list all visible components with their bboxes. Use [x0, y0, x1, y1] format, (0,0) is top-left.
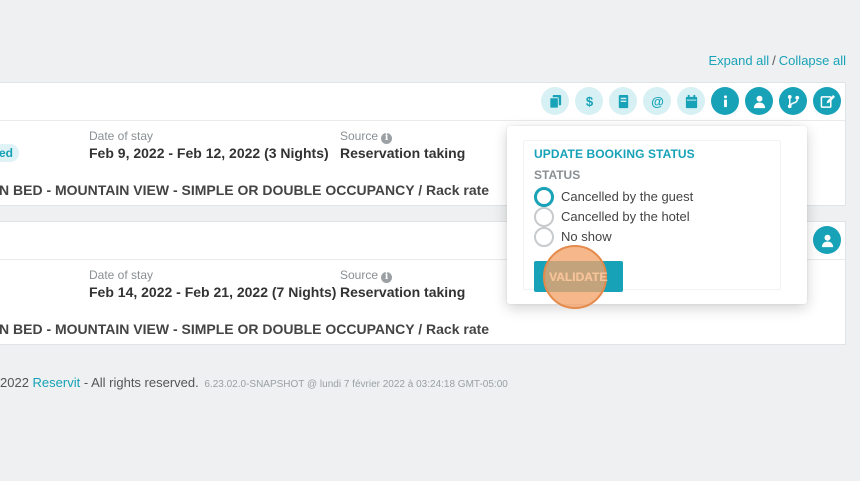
edit-icon[interactable]	[813, 87, 841, 115]
footer-rights: - All rights reserved.	[83, 375, 199, 390]
at-icon[interactable]: @	[643, 87, 671, 115]
book-icon[interactable]	[609, 87, 637, 115]
source-label: Source i	[340, 129, 393, 144]
room-description: N BED - MOUNTAIN VIEW - SIMPLE OR DOUBLE…	[0, 182, 490, 198]
source-value: Reservation taking	[340, 284, 466, 300]
option-label[interactable]: Cancelled by the guest	[561, 189, 693, 204]
card-header: $ @	[0, 83, 845, 121]
calendar-icon[interactable]	[677, 87, 705, 115]
svg-text:$: $	[585, 94, 593, 109]
radio-cancelled-by-guest[interactable]	[534, 187, 554, 207]
date-of-stay-label: Date of stay	[89, 268, 154, 282]
room-description: N BED - MOUNTAIN VIEW - SIMPLE OR DOUBLE…	[0, 321, 490, 337]
option-label[interactable]: No show	[561, 229, 612, 244]
card-toolbar: $ @	[541, 87, 841, 115]
expand-collapse-links: Expand all / Collapse all	[708, 53, 846, 68]
option-label[interactable]: Cancelled by the hotel	[561, 209, 690, 224]
date-of-stay-value: Feb 9, 2022 - Feb 12, 2022 (3 Nights)	[89, 145, 329, 161]
reservit-link[interactable]: Reservit	[33, 375, 81, 390]
popover-title: UPDATE BOOKING STATUS	[534, 147, 695, 161]
user-icon[interactable]	[745, 87, 773, 115]
info-icon[interactable]	[711, 87, 739, 115]
status-badge: ed	[0, 144, 20, 162]
radio-no-show[interactable]	[534, 227, 554, 247]
link-separator: /	[772, 53, 776, 68]
footer-year: 2022	[0, 375, 29, 390]
update-booking-status-popover: UPDATE BOOKING STATUS STATUS Cancelled b…	[507, 126, 807, 304]
collapse-all-link[interactable]: Collapse all	[779, 53, 846, 68]
branch-icon[interactable]	[779, 87, 807, 115]
copy-icon[interactable]	[541, 87, 569, 115]
radio-cancelled-by-hotel[interactable]	[534, 207, 554, 227]
dollar-icon[interactable]: $	[575, 87, 603, 115]
info-small-icon: i	[381, 133, 393, 144]
info-small-icon: i	[381, 272, 393, 283]
source-label: Source i	[340, 268, 393, 283]
date-of-stay-value: Feb 14, 2022 - Feb 21, 2022 (7 Nights)	[89, 284, 337, 300]
footer: 2022 Reservit - All rights reserved. 6.2…	[0, 375, 508, 390]
status-label: STATUS	[534, 168, 581, 182]
source-value: Reservation taking	[340, 145, 466, 161]
card-toolbar	[813, 226, 841, 254]
version-info: 6.23.02.0-SNAPSHOT @ lundi 7 février 202…	[204, 379, 508, 390]
validate-button[interactable]: VALIDATE	[534, 261, 623, 292]
date-of-stay-label: Date of stay	[89, 129, 154, 143]
expand-all-link[interactable]: Expand all	[708, 53, 769, 68]
user-icon[interactable]	[813, 226, 841, 254]
svg-text:@: @	[651, 94, 664, 109]
